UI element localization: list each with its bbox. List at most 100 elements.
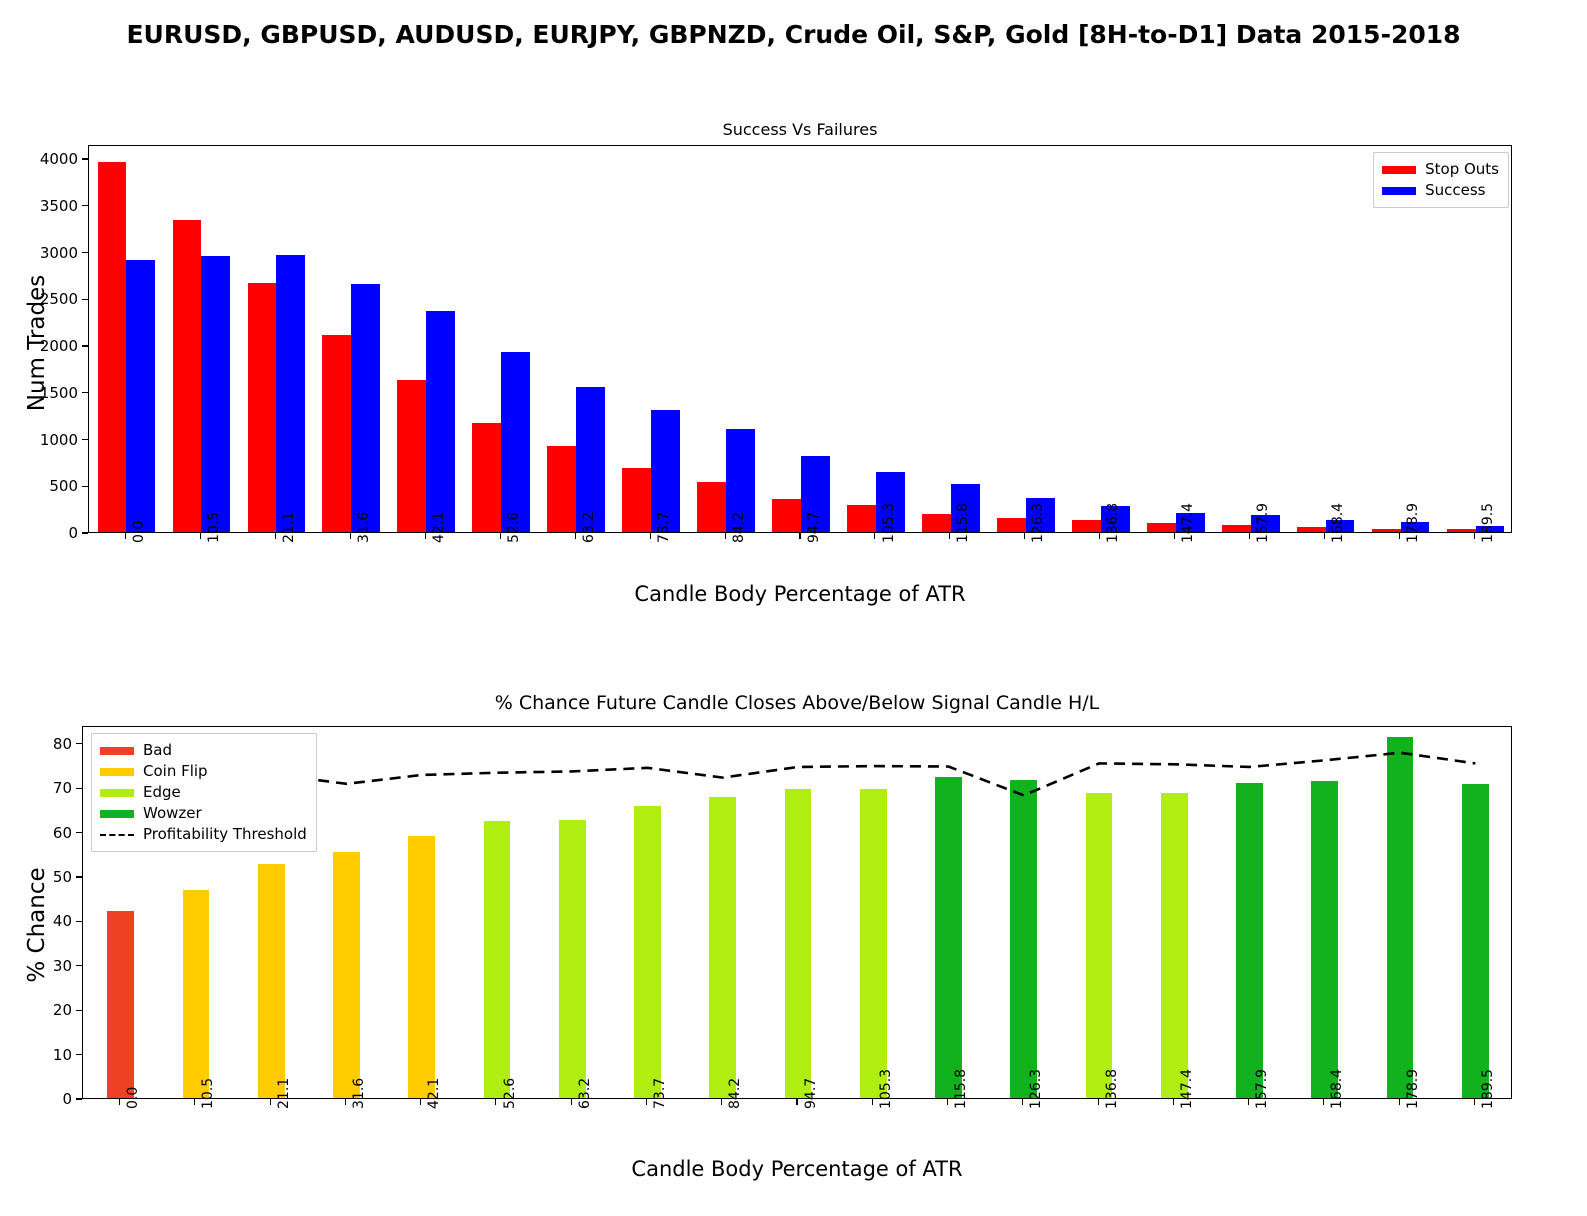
x-tick-mark	[499, 533, 501, 539]
x-tick-mark	[645, 1099, 648, 1105]
legend-label-coin-flip: Coin Flip	[143, 762, 208, 780]
x-tick-mark	[1097, 1099, 1099, 1105]
x-tick-mark	[1473, 533, 1476, 539]
y-tick-mark	[82, 251, 88, 254]
figure-suptitle: EURUSD, GBPUSD, AUDUSD, EURJPY, GBPNZD, …	[126, 20, 1461, 49]
bar-success	[276, 254, 306, 532]
legend-item-edge[interactable]: Edge	[100, 782, 307, 803]
y-tick-mark	[76, 832, 82, 834]
bar-stop-outs	[1221, 525, 1251, 532]
x-tick-mark	[949, 533, 951, 539]
x-tick-label: 10.5	[200, 1077, 217, 1109]
x-tick-mark	[1473, 1099, 1475, 1105]
x-tick-label: 115.8	[955, 502, 972, 543]
bar-stop-outs	[847, 505, 876, 532]
x-tick-label: 63.2	[576, 1077, 593, 1109]
legend-item-coin-flip[interactable]: Coin Flip	[100, 761, 307, 782]
x-tick-label: 10.5	[206, 511, 223, 543]
x-tick-mark	[574, 533, 576, 539]
y-tick-mark	[76, 1009, 82, 1011]
bar-coin-flip	[408, 836, 436, 1098]
x-tick-mark	[124, 533, 127, 539]
legend-swatch-bad	[100, 746, 134, 755]
bar-success	[576, 387, 605, 532]
x-tick-label: 94.7	[802, 1077, 819, 1109]
x-tick-label: 42.1	[430, 511, 447, 543]
legend-label-wowzer: Wowzer	[143, 804, 202, 822]
y-tick-mark	[82, 345, 88, 347]
y-tick-label: 20	[52, 1001, 72, 1020]
bar-wowzer	[1236, 783, 1263, 1098]
x-tick-mark	[1248, 1099, 1250, 1105]
bar-stop-outs	[172, 220, 202, 532]
x-tick-mark	[119, 1099, 121, 1105]
x-tick-label: 126.3	[1030, 502, 1047, 543]
y-tick-mark	[82, 298, 88, 300]
x-tick-label: 21.1	[280, 511, 297, 543]
legend-item-success[interactable]: Success	[1382, 180, 1499, 201]
y-tick-label: 60	[52, 823, 72, 842]
y-tick-label: 3500	[39, 196, 78, 215]
x-tick-mark	[946, 1099, 949, 1105]
bar-success	[126, 259, 156, 532]
x-tick-mark	[269, 1099, 271, 1105]
bar-bad	[107, 910, 134, 1098]
x-tick-label: 147.4	[1178, 1068, 1195, 1109]
x-tick-label: 157.9	[1254, 1068, 1271, 1109]
y-tick-mark	[76, 965, 82, 967]
chart2-legend[interactable]: Bad Coin Flip Edge Wowzer Profitability …	[91, 733, 317, 852]
bar-stop-outs	[472, 422, 502, 532]
y-tick-label: 0	[62, 1090, 72, 1108]
legend-item-wowzer[interactable]: Wowzer	[100, 803, 307, 824]
bar-edge	[483, 821, 511, 1098]
bar-stop-outs	[996, 518, 1026, 532]
x-tick-mark	[199, 533, 201, 539]
bar-stop-outs	[622, 468, 652, 532]
x-tick-label: 52.6	[505, 511, 522, 543]
x-tick-label: 0.0	[131, 520, 148, 543]
bar-coin-flip	[182, 890, 210, 1098]
y-tick-label: 500	[49, 477, 78, 496]
x-tick-mark	[871, 1099, 873, 1105]
bar-stop-outs	[247, 282, 277, 532]
bar-stop-outs	[1296, 527, 1326, 532]
y-tick-mark	[82, 532, 88, 534]
bar-stop-outs	[97, 162, 127, 532]
x-tick-label: 168.4	[1330, 502, 1347, 543]
bar-stop-outs	[397, 380, 427, 532]
x-tick-mark	[570, 1099, 572, 1105]
x-tick-mark	[1172, 1099, 1174, 1105]
legend-item-bad[interactable]: Bad	[100, 740, 307, 761]
y-tick-mark	[82, 158, 88, 160]
legend-item-stop-outs[interactable]: Stop Outs	[1382, 159, 1499, 180]
legend-item-profitability-threshold[interactable]: Profitability Threshold	[100, 824, 307, 845]
bar-success	[201, 255, 231, 532]
x-tick-mark	[1323, 1099, 1325, 1105]
y-tick-mark	[82, 485, 88, 487]
x-tick-label: 73.7	[655, 511, 672, 543]
y-tick-mark	[76, 1054, 82, 1056]
bar-wowzer	[935, 776, 962, 1098]
x-tick-mark	[1249, 533, 1251, 539]
y-tick-label: 10	[52, 1045, 72, 1064]
y-tick-mark	[76, 743, 82, 745]
chart1-title: Success Vs Failures	[722, 120, 878, 139]
y-tick-mark	[76, 787, 82, 789]
y-tick-label: 0	[68, 524, 78, 542]
bar-success	[351, 284, 381, 532]
x-tick-label: 21.1	[275, 1077, 292, 1109]
bar-wowzer	[1311, 781, 1339, 1098]
legend-swatch-profitability-threshold	[100, 833, 134, 836]
x-tick-label: 31.6	[351, 1077, 368, 1109]
chart1-legend[interactable]: Stop Outs Success	[1373, 152, 1509, 208]
x-tick-label: 136.8	[1103, 1068, 1120, 1109]
x-tick-mark	[874, 533, 876, 539]
legend-swatch-success	[1382, 186, 1417, 195]
x-tick-label: 105.3	[877, 1068, 894, 1109]
bar-stop-outs	[922, 514, 951, 532]
x-tick-mark	[344, 1099, 346, 1105]
x-tick-label: 42.1	[426, 1077, 443, 1109]
bar-coin-flip	[333, 851, 360, 1098]
y-tick-mark	[82, 392, 88, 394]
x-tick-mark	[1324, 533, 1326, 539]
